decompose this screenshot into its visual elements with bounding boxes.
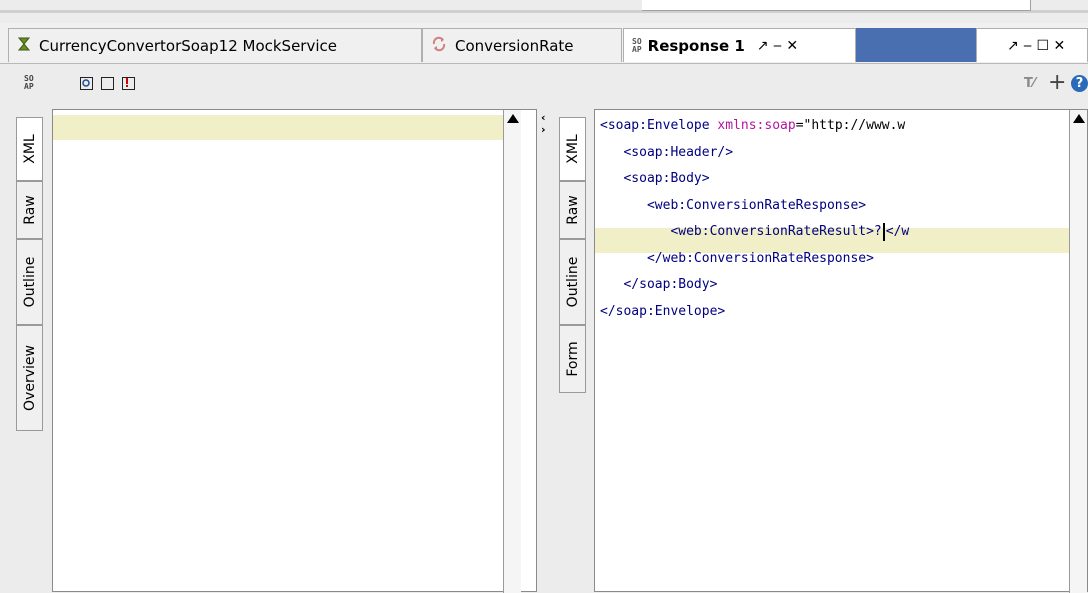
window-controls[interactable]: ↗ ‒ ☐ ✕	[1007, 38, 1065, 54]
xml-line-1: <soap:Envelope xmlns:soap="http://www.w	[600, 118, 906, 133]
xml-line-6: </web:ConversionRateResponse>	[600, 250, 874, 266]
response-editor[interactable]: <soap:Envelope xmlns:soap="http://www.w …	[594, 109, 1088, 593]
left-tab-raw[interactable]: Raw	[16, 181, 43, 239]
mock-operation-icon	[431, 36, 447, 56]
current-line-highlight	[53, 115, 503, 140]
soap-icon: SO AP	[632, 36, 642, 54]
mockservice-icon	[17, 37, 31, 55]
response-panel: XML Raw Outline Form <soap:Envelope xmln…	[557, 109, 1088, 593]
tab-label: Raw	[564, 195, 581, 225]
collapse-right-icon[interactable]: ›	[541, 123, 546, 136]
right-tab-outline[interactable]: Outline	[559, 239, 586, 325]
error-icon[interactable]	[122, 77, 135, 90]
toolbar: SO AP T⁄ + ?	[0, 64, 1088, 104]
xml-line-2: <soap:Header/>	[600, 144, 734, 160]
xml-content: <soap:Envelope xmlns:soap="http://www.w …	[600, 113, 909, 325]
splitter[interactable]: ‹ ›	[537, 109, 557, 592]
refresh-icon[interactable]	[80, 77, 93, 90]
left-side-tabs: XML Raw Outline Overview	[0, 109, 43, 592]
right-tab-xml[interactable]: XML	[559, 117, 586, 181]
tile-icon[interactable]: T⁄	[1024, 76, 1035, 91]
right-tab-form[interactable]: Form	[559, 325, 586, 393]
scroll-up-icon[interactable]	[1073, 114, 1085, 123]
xml-line-8: </soap:Envelope>	[600, 303, 726, 319]
xml-line-5: <web:ConversionRateResult>? </w	[600, 222, 910, 241]
tab-label: Form	[564, 341, 581, 377]
xml-line-7: </soap:Body>	[600, 277, 718, 292]
tab-bar-fill	[856, 28, 976, 62]
tab-response-1[interactable]: SO AP Response 1 ↗ ‒ ✕	[623, 28, 856, 62]
left-tab-xml[interactable]: XML	[16, 117, 43, 181]
xml-line-4: <web:ConversionRateResponse>	[600, 197, 867, 213]
help-icon[interactable]: ?	[1071, 75, 1088, 92]
top-strip	[0, 0, 1088, 23]
right-tab-raw[interactable]: Raw	[559, 181, 586, 239]
tab-label: Outline	[21, 256, 38, 308]
tab-label: XML	[564, 134, 581, 164]
tab-label: Raw	[21, 195, 38, 225]
tab-label: CurrencyConvertorSoap12 MockService	[39, 36, 337, 55]
add-icon[interactable]: +	[1048, 70, 1066, 95]
tab-label: ConversionRate	[455, 36, 574, 55]
left-tab-overview[interactable]: Overview	[16, 325, 43, 431]
tab-mockservice[interactable]: CurrencyConvertorSoap12 MockService	[8, 28, 422, 62]
text-caret	[882, 222, 885, 241]
request-editor[interactable]	[52, 109, 537, 593]
xml-line-3: <soap:Body>	[600, 171, 710, 186]
tab-label: Overview	[21, 345, 38, 411]
top-field	[642, 0, 1031, 11]
panel-header-right: ↗ ‒ ☐ ✕	[976, 28, 1088, 62]
left-scrollbar[interactable]	[503, 110, 521, 593]
tab-label: Outline	[564, 256, 581, 308]
tab-label: Response 1	[647, 36, 745, 55]
tab-label: XML	[21, 134, 38, 164]
tab-bar: CurrencyConvertorSoap12 MockService Conv…	[0, 23, 1088, 64]
soap-toolbar-icon[interactable]: SO AP	[24, 75, 34, 91]
left-tab-outline[interactable]: Outline	[16, 239, 43, 325]
checkbox-icon[interactable]	[101, 77, 114, 90]
request-panel: XML Raw Outline Overview	[0, 109, 537, 593]
right-scrollbar[interactable]	[1069, 110, 1087, 593]
tab-window-controls[interactable]: ↗ ‒ ✕	[757, 38, 798, 54]
right-side-tabs: XML Raw Outline Form	[557, 109, 591, 592]
scroll-up-icon[interactable]	[507, 114, 519, 123]
tab-conversionrate[interactable]: ConversionRate	[422, 28, 622, 62]
